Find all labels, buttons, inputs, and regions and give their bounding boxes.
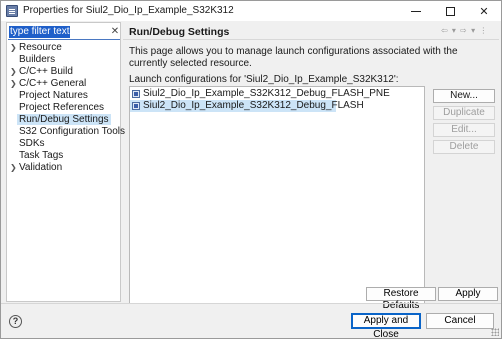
tree-item-sdks[interactable]: SDKs — [7, 138, 120, 150]
tree-item-label: Run/Debug Settings — [17, 114, 111, 125]
tree-item-cpp-general[interactable]: ❯ C/C++ General — [7, 78, 120, 90]
title-bar[interactable]: Properties for Siul2_Dio_Ip_Example_S32K… — [1, 1, 501, 21]
edit-button[interactable]: Edit... — [433, 123, 495, 137]
chevron-right-icon[interactable]: ❯ — [10, 42, 17, 54]
tree-item-validation[interactable]: ❯ Validation — [7, 162, 120, 174]
minimize-icon[interactable] — [399, 1, 433, 21]
list-item[interactable]: Siul2_Dio_Ip_Example_S32K312_Debug_FLASH — [130, 100, 364, 112]
tree-item-resource[interactable]: ❯ Resource — [7, 42, 120, 54]
chevron-right-icon[interactable]: ❯ — [10, 78, 17, 90]
page-title: Run/Debug Settings — [129, 26, 230, 38]
tree-item-label: Resource — [19, 42, 62, 53]
tree-item-label: Project References — [19, 102, 105, 113]
tree-item-cpp-build[interactable]: ❯ C/C++ Build — [7, 66, 120, 78]
tree-item-s32-configuration-tools[interactable]: S32 Configuration Tools — [7, 126, 125, 138]
clear-filter-icon[interactable]: ✕ — [110, 27, 120, 37]
title-divider — [123, 39, 499, 40]
tree-item-label: SDKs — [19, 138, 45, 149]
tree-item-label: S32 Configuration Tools — [19, 126, 125, 137]
page-description: This page allows you to manage launch co… — [129, 46, 458, 69]
apply-and-close-button[interactable]: Apply and Close — [351, 313, 421, 340]
tree-item-builders[interactable]: Builders — [7, 54, 120, 66]
tree-item-task-tags[interactable]: Task Tags — [7, 150, 120, 162]
apply-button[interactable]: Apply — [438, 287, 498, 301]
tree-item-project-natures[interactable]: Project Natures — [7, 90, 120, 102]
app-icon — [6, 5, 18, 17]
list-item-label: Siul2_Dio_Ip_Example_S32K312_Debug_FLASH — [143, 100, 364, 111]
chevron-right-icon[interactable]: ❯ — [10, 66, 17, 78]
launch-config-icon — [132, 102, 140, 110]
launch-config-icon — [132, 90, 140, 98]
navigation-pane: type filter text ✕ ❯ Resource Builders ❯… — [6, 22, 125, 302]
new-button[interactable]: New... — [433, 89, 495, 103]
footer-divider — [1, 303, 501, 304]
tree-item-project-references[interactable]: Project References — [7, 102, 120, 114]
properties-dialog: Properties for Siul2_Dio_Ip_Example_S32K… — [0, 0, 502, 340]
property-tree: ❯ Resource Builders ❯ C/C++ Build ❯ C/C+… — [7, 42, 125, 174]
maximize-icon[interactable] — [433, 1, 467, 21]
filter-text[interactable]: type filter text — [9, 26, 71, 38]
resize-grip-icon[interactable] — [491, 328, 499, 336]
history-nav-icons[interactable]: ⇦ ▾ ⇨ ▾ ⋮ — [441, 26, 488, 35]
help-icon[interactable]: ? — [9, 315, 22, 328]
cancel-button[interactable]: Cancel — [426, 313, 494, 329]
tree-item-run-debug-settings[interactable]: Run/Debug Settings — [7, 114, 120, 126]
tree-item-label: Validation — [19, 162, 63, 173]
window-title: Properties for Siul2_Dio_Ip_Example_S32K… — [23, 5, 234, 16]
restore-defaults-button[interactable]: Restore Defaults — [366, 287, 436, 311]
tree-item-label: C/C++ General — [19, 78, 87, 89]
launch-config-list-label: Launch configurations for 'Siul2_Dio_Ip_… — [129, 74, 399, 85]
launch-config-list[interactable]: Siul2_Dio_Ip_Example_S32K312_Debug_FLASH… — [129, 86, 425, 304]
list-item-label: Siul2_Dio_Ip_Example_S32K312_Debug_FLASH… — [143, 88, 390, 99]
tree-item-label: Task Tags — [19, 150, 64, 161]
tree-item-label: C/C++ Build — [19, 66, 73, 77]
list-item[interactable]: Siul2_Dio_Ip_Example_S32K312_Debug_FLASH… — [130, 88, 424, 100]
tree-item-label: Project Natures — [19, 90, 88, 101]
settings-page: Run/Debug Settings ⇦ ▾ ⇨ ▾ ⋮ This page a… — [123, 22, 499, 311]
filter-underline — [8, 39, 120, 40]
delete-button[interactable]: Delete — [433, 140, 495, 154]
duplicate-button[interactable]: Duplicate — [433, 106, 495, 120]
close-icon[interactable]: ✕ — [467, 1, 501, 21]
chevron-right-icon[interactable]: ❯ — [10, 162, 17, 174]
tree-item-label: Builders — [19, 54, 56, 65]
